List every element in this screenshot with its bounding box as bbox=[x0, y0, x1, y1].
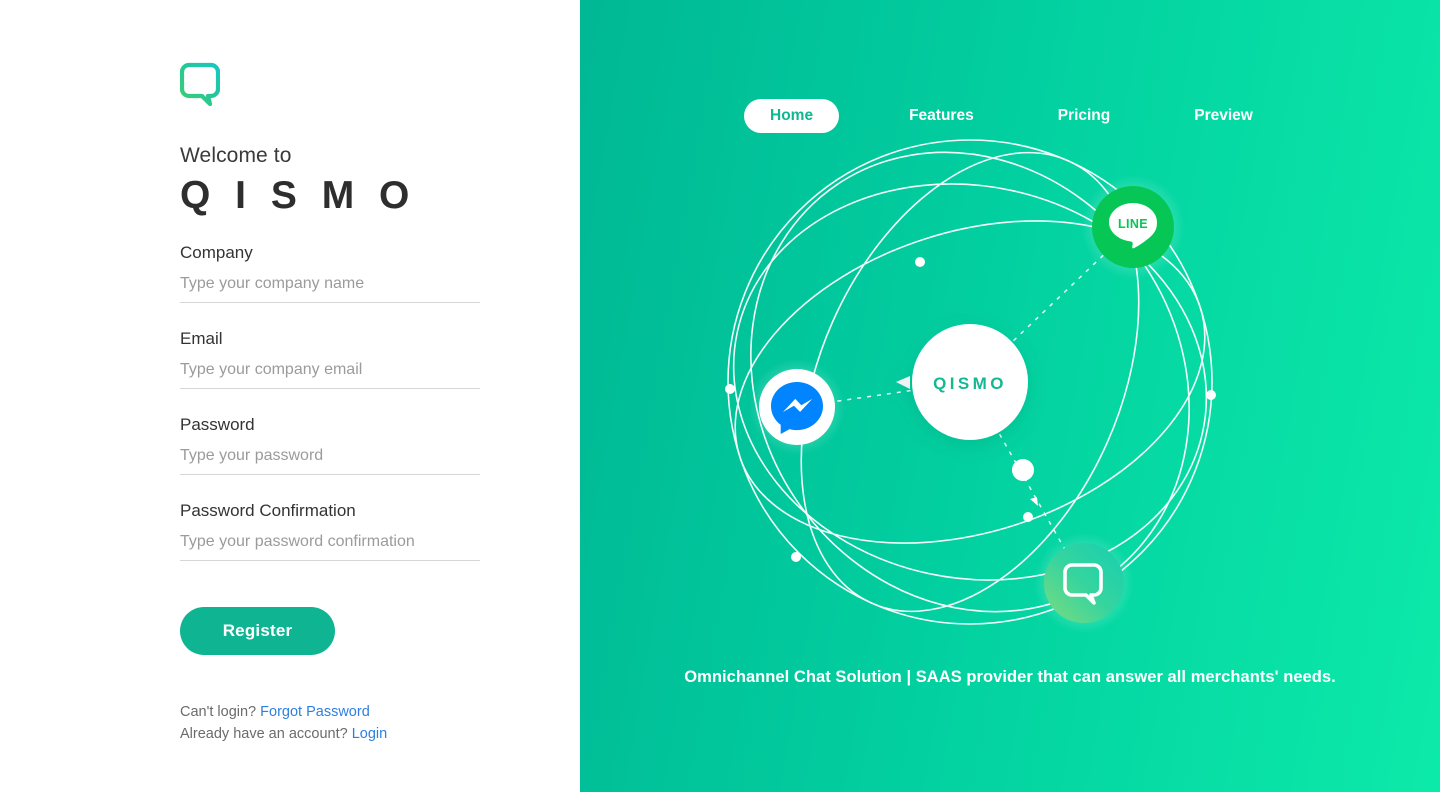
nav-item-features[interactable]: Features bbox=[895, 99, 988, 133]
cant-login-text: Can't login? bbox=[180, 703, 257, 720]
welcome-text: Welcome to bbox=[180, 144, 292, 167]
forgot-password-link[interactable]: Forgot Password bbox=[260, 704, 370, 720]
company-input[interactable] bbox=[180, 271, 480, 303]
footer-links: Can't login? Forgot Password Already hav… bbox=[180, 701, 500, 745]
label-password-confirmation: Password Confirmation bbox=[180, 500, 356, 520]
login-link[interactable]: Login bbox=[352, 726, 387, 742]
cant-login-row: Can't login? Forgot Password bbox=[180, 701, 500, 723]
password-confirmation-input[interactable] bbox=[180, 529, 480, 561]
register-button[interactable]: Register bbox=[180, 606, 335, 655]
password-input[interactable] bbox=[180, 443, 480, 475]
have-account-row: Already have an account? Login bbox=[180, 723, 500, 745]
page-title: Q I S M O bbox=[180, 174, 417, 217]
small-bubble-node bbox=[1012, 459, 1038, 506]
channel-qismo[interactable] bbox=[1034, 533, 1134, 633]
registration-form: Welcome to Q I S M O Company Email Passw… bbox=[180, 62, 500, 745]
hero-nav: Home Features Pricing Preview bbox=[580, 99, 1440, 133]
field-company: Company bbox=[180, 243, 500, 303]
nav-item-preview[interactable]: Preview bbox=[1180, 99, 1267, 133]
hero-panel: Home Features Pricing Preview QISMO LINE… bbox=[580, 0, 1440, 792]
field-password: Password bbox=[180, 415, 500, 475]
nav-item-pricing[interactable]: Pricing bbox=[1044, 99, 1125, 133]
line-icon-label: LINE bbox=[1118, 217, 1148, 231]
hub-label: QISMO bbox=[933, 374, 1007, 393]
registration-page: Welcome to Q I S M O Company Email Passw… bbox=[0, 0, 1440, 792]
have-account-text: Already have an account? bbox=[180, 725, 348, 742]
channel-line[interactable]: LINE bbox=[1081, 175, 1185, 279]
channel-messenger[interactable] bbox=[749, 359, 845, 455]
label-password: Password bbox=[180, 414, 255, 434]
field-email: Email bbox=[180, 329, 500, 389]
field-password-confirmation: Password Confirmation bbox=[180, 501, 500, 561]
label-company: Company bbox=[180, 242, 253, 262]
qismo-speech-bubble-logo-icon bbox=[180, 62, 220, 107]
registration-panel: Welcome to Q I S M O Company Email Passw… bbox=[0, 0, 580, 792]
label-email: Email bbox=[180, 328, 223, 348]
nav-item-home[interactable]: Home bbox=[744, 99, 840, 133]
hero-tagline: Omnichannel Chat Solution | SAAS provide… bbox=[684, 668, 1336, 686]
email-input[interactable] bbox=[180, 357, 480, 389]
